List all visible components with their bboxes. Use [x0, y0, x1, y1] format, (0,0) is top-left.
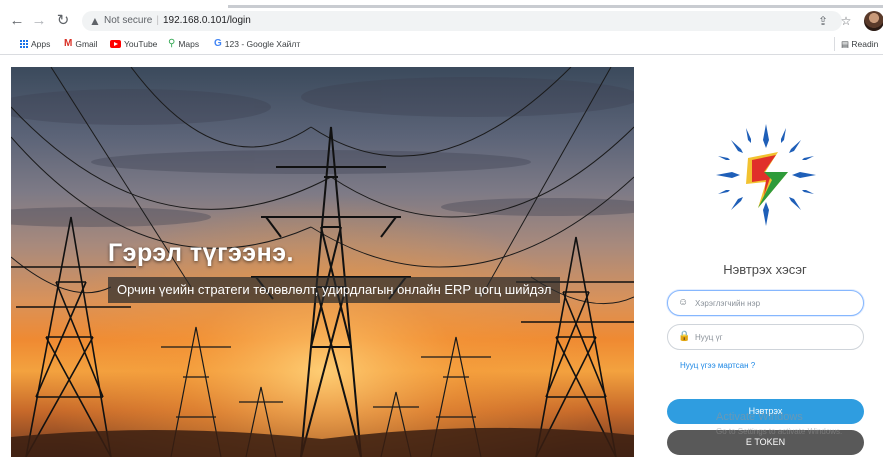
forgot-password-link[interactable]: Нууц үгээ мартсан ?	[680, 361, 755, 370]
logo-ray-right	[792, 172, 816, 178]
logo-ray-l1	[718, 156, 730, 160]
logo-ray-t1	[746, 128, 751, 143]
back-arrow-icon[interactable]: ←	[8, 12, 26, 30]
browser-window: ← → ↻ ▲ Not secure | 192.168.0.101/login ⇪…	[0, 0, 883, 457]
logo-ray-br	[789, 197, 801, 210]
logo-ray-r2	[802, 190, 814, 194]
bookmarks-bar: Apps M Gmail YouTube ⚲ Maps G 123 - Goog…	[0, 34, 883, 54]
youtube-icon	[110, 40, 121, 48]
hero-title: Гэрэл түгээнэ.	[108, 239, 294, 267]
logo-ray-bl	[731, 197, 743, 210]
logo-ray-bottom	[763, 202, 769, 226]
bookmark-apps[interactable]: Apps	[20, 37, 50, 51]
hero-banner-image: Гэрэл түгээнэ. Орчин үеийн стратеги төлө…	[11, 67, 634, 457]
logo-ray-top	[763, 124, 769, 148]
logo-ray-l2	[718, 190, 730, 194]
password-field[interactable]: 🔒	[667, 324, 864, 350]
tab-strip	[0, 0, 883, 8]
google-icon: G	[214, 38, 222, 49]
reload-icon[interactable]: ↻	[54, 12, 72, 30]
user-icon: ☺	[678, 297, 689, 308]
star-bookmark-icon[interactable]: ☆	[838, 13, 854, 29]
logo-ray-t2	[781, 128, 786, 143]
lock-icon: 🔒	[678, 331, 691, 342]
power-lines-illustration	[11, 67, 634, 457]
maps-icon: ⚲	[168, 38, 176, 49]
activate-windows-watermark: Activate Windows	[716, 411, 803, 423]
share-icon[interactable]: ⇪	[815, 13, 831, 29]
bookmark-youtube[interactable]: YouTube	[110, 37, 157, 51]
logo-ray-tl	[731, 140, 743, 153]
logo-ray-tr	[789, 140, 801, 153]
apps-grid-icon	[20, 40, 28, 48]
security-label: Not secure	[104, 15, 153, 26]
bookmark-google-search[interactable]: G 123 - Google Хайлт	[214, 37, 300, 51]
warning-triangle-icon: ▲	[89, 14, 101, 28]
logo-ray-r1	[802, 156, 814, 160]
reading-list-button[interactable]: ▤ Readin	[834, 37, 878, 51]
username-field[interactable]: ☺	[667, 290, 864, 316]
url-text: 192.168.0.101/login	[162, 15, 251, 26]
username-input[interactable]	[695, 295, 855, 311]
login-panel	[634, 55, 883, 457]
logo-ray-left	[716, 172, 740, 178]
bookmark-gmail[interactable]: M Gmail	[64, 37, 98, 51]
bookmark-maps[interactable]: ⚲ Maps	[168, 37, 199, 51]
address-bar[interactable]: ▲ Not secure | 192.168.0.101/login	[82, 11, 842, 31]
reading-list-icon: ▤	[841, 39, 850, 49]
forward-arrow-icon[interactable]: →	[30, 12, 48, 30]
hero-subtitle: Орчин үеийн стратеги төлөвлөлт, удирдлаг…	[108, 277, 561, 303]
profile-avatar[interactable]	[864, 11, 883, 31]
login-title: Нэвтрэх хэсэг	[723, 262, 807, 277]
company-logo	[716, 124, 816, 226]
activate-windows-hint: Go to Settings to activate Windows.	[716, 427, 843, 436]
browser-toolbar: ← → ↻ ▲ Not secure | 192.168.0.101/login ⇪…	[0, 8, 883, 34]
password-input[interactable]	[695, 329, 855, 345]
gmail-icon: M	[64, 38, 73, 49]
